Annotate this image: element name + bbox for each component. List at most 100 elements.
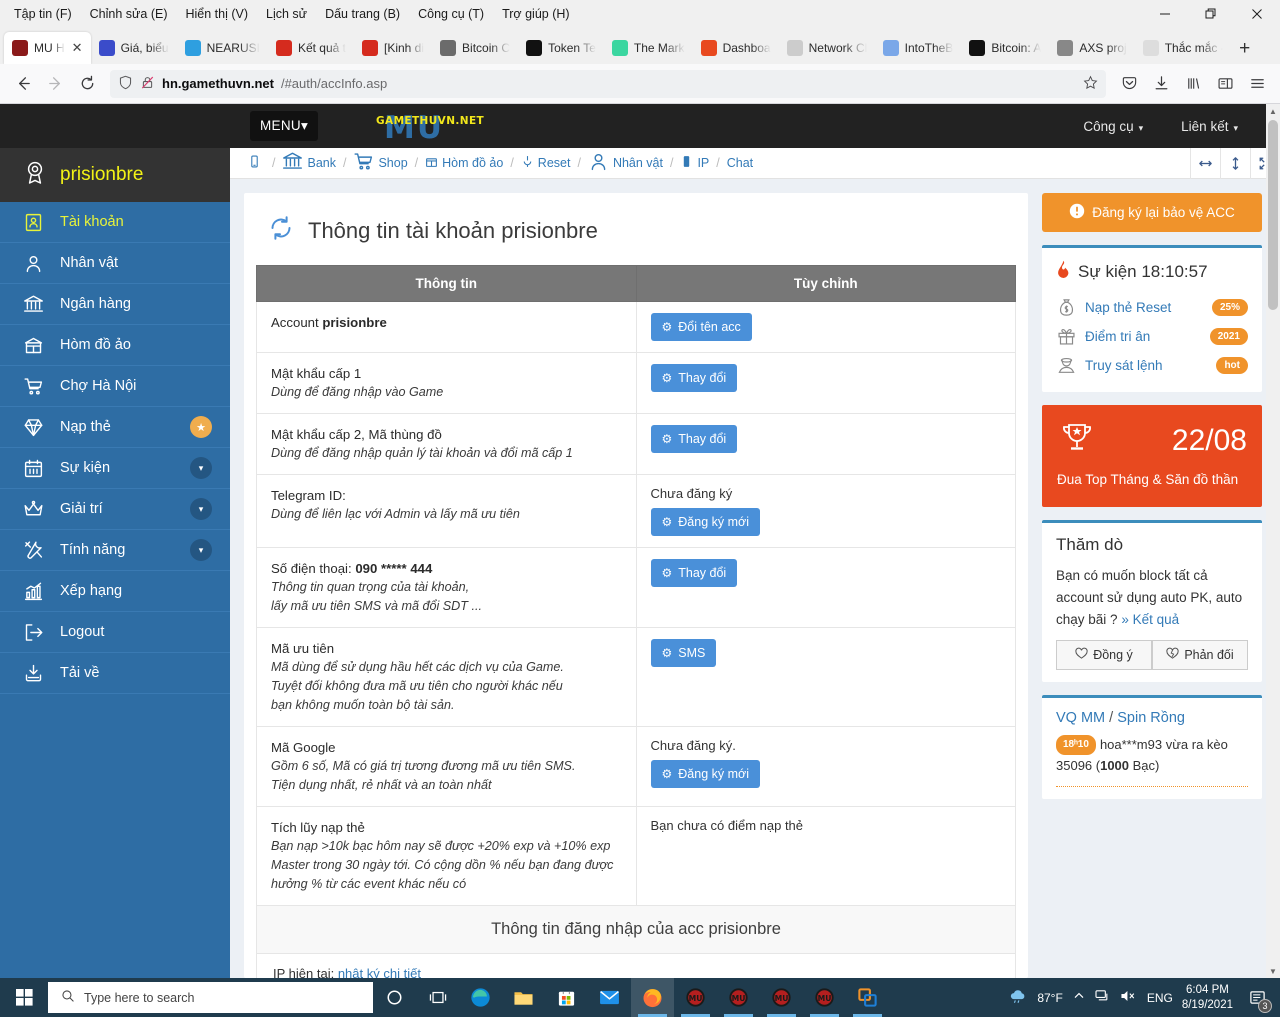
sidebar-item-1[interactable]: Nhân vật bbox=[0, 243, 230, 284]
mu-game-icon[interactable]: MU bbox=[674, 978, 717, 1017]
menu-help[interactable]: Trợ giúp (H) bbox=[494, 3, 577, 25]
menu-file[interactable]: Tập tin (F) bbox=[6, 3, 80, 25]
breadcrumb-item-3[interactable]: Hòm đồ ảo bbox=[425, 155, 503, 171]
taskbar-clock[interactable]: 6:04 PM 8/19/2021 bbox=[1182, 983, 1233, 1012]
start-button[interactable] bbox=[0, 978, 48, 1017]
menu-history[interactable]: Lịch sử bbox=[258, 3, 315, 25]
file-explorer-icon[interactable] bbox=[502, 978, 545, 1017]
row-action-button[interactable]: ⚙SMS bbox=[651, 639, 717, 667]
minimize-icon[interactable] bbox=[1142, 0, 1188, 28]
menu-view[interactable]: Hiển thị (V) bbox=[178, 3, 257, 25]
language-indicator[interactable]: ENG bbox=[1147, 991, 1173, 1005]
store-icon[interactable] bbox=[545, 978, 588, 1017]
menu-toggle-button[interactable]: MENU▾ bbox=[250, 111, 318, 141]
cortana-icon[interactable] bbox=[373, 978, 416, 1017]
resize-horizontal-icon[interactable] bbox=[1190, 148, 1220, 179]
weather-icon[interactable] bbox=[1008, 988, 1028, 1007]
new-tab-button[interactable]: + bbox=[1231, 34, 1259, 64]
menu-edit[interactable]: Chỉnh sửa (E) bbox=[82, 3, 176, 25]
poll-agree-button[interactable]: Đồng ý bbox=[1056, 640, 1152, 670]
sidebar-item-2[interactable]: Ngân hàng bbox=[0, 284, 230, 325]
row-action-button[interactable]: ⚙Thay đổi bbox=[651, 425, 738, 453]
reprotect-account-button[interactable]: Đăng ký lại bảo vệ ACC bbox=[1042, 193, 1262, 232]
browser-tab[interactable]: AXS proj bbox=[1049, 32, 1134, 64]
downloads-icon[interactable] bbox=[1146, 69, 1176, 99]
bookmark-star-icon[interactable] bbox=[1083, 75, 1098, 93]
sidebar-item-7[interactable]: Giải trí▾ bbox=[0, 489, 230, 530]
sidebar-item-4[interactable]: Chợ Hà Nội bbox=[0, 366, 230, 407]
pocket-icon[interactable] bbox=[1114, 69, 1144, 99]
page-scrollbar-thumb[interactable] bbox=[1268, 120, 1278, 310]
network-icon[interactable] bbox=[1095, 989, 1111, 1006]
row-action-button[interactable]: ⚙Đổi tên acc bbox=[651, 313, 752, 341]
sidebar-item-5[interactable]: Nạp thẻ★ bbox=[0, 407, 230, 448]
row-action-button[interactable]: ⚙Thay đổi bbox=[651, 364, 738, 392]
mu-game-icon[interactable]: MU bbox=[760, 978, 803, 1017]
breadcrumb-item-7[interactable]: Chat bbox=[727, 156, 753, 170]
url-bar[interactable]: hn.gamethuvn.net/#auth/accInfo.asp bbox=[110, 70, 1106, 98]
sidebar-item-0[interactable]: Tài khoản bbox=[0, 202, 230, 243]
browser-tab[interactable]: NEARUSI bbox=[177, 32, 268, 64]
menu-bookmarks[interactable]: Dấu trang (B) bbox=[317, 3, 408, 25]
event-row[interactable]: Truy sát lệnhhot bbox=[1056, 351, 1248, 380]
show-hidden-icons-icon[interactable] bbox=[1072, 989, 1086, 1006]
firefox-icon[interactable] bbox=[631, 978, 674, 1017]
edge-icon[interactable] bbox=[459, 978, 502, 1017]
browser-tab[interactable]: [Kinh di bbox=[354, 32, 432, 64]
browser-tab[interactable]: Giá, biểu bbox=[91, 32, 177, 64]
lock-crossed-icon[interactable] bbox=[140, 75, 155, 93]
sidebar-item-9[interactable]: Xếp hạng bbox=[0, 571, 230, 612]
resize-vertical-icon[interactable] bbox=[1220, 148, 1250, 179]
chevron-down-icon[interactable]: ▾ bbox=[190, 457, 212, 479]
breadcrumb-item-4[interactable]: Reset bbox=[521, 155, 571, 171]
taskbar-search-input[interactable]: Type here to search bbox=[48, 982, 373, 1013]
promo-card[interactable]: 22/08 Đua Top Tháng & Săn đồ thần bbox=[1042, 405, 1262, 507]
browser-tab[interactable]: Bitcoin C bbox=[432, 32, 518, 64]
vq-link-spin[interactable]: Spin Rồng bbox=[1117, 710, 1185, 726]
page-scrollbar-vertical[interactable]: ▲ ▼ bbox=[1266, 104, 1280, 978]
breadcrumb-item-0[interactable] bbox=[248, 155, 265, 171]
task-view-icon[interactable] bbox=[416, 978, 459, 1017]
vmware-icon[interactable] bbox=[846, 978, 889, 1017]
sidebar-item-3[interactable]: Hòm đồ ảo bbox=[0, 325, 230, 366]
menu-tools[interactable]: Công cụ (T) bbox=[410, 3, 492, 25]
back-button[interactable] bbox=[8, 69, 38, 99]
close-icon[interactable] bbox=[1234, 0, 1280, 28]
sidebar-user[interactable]: prisionbre bbox=[0, 148, 230, 202]
forward-button[interactable] bbox=[40, 69, 70, 99]
sidebar-item-6[interactable]: Sự kiện▾ bbox=[0, 448, 230, 489]
vq-link-mm[interactable]: VQ MM bbox=[1056, 710, 1105, 726]
scroll-down-arrow-icon[interactable]: ▼ bbox=[1266, 964, 1280, 978]
browser-tab[interactable]: Network Cha bbox=[779, 32, 875, 64]
breadcrumb-item-6[interactable]: IP bbox=[680, 155, 709, 171]
browser-tab[interactable]: Kết quả t bbox=[268, 32, 354, 64]
notifications-button[interactable]: 3 bbox=[1242, 978, 1272, 1017]
mu-game-icon[interactable]: MU bbox=[717, 978, 760, 1017]
library-icon[interactable] bbox=[1178, 69, 1208, 99]
site-logo[interactable]: MU GAMETHUVN.NET bbox=[370, 109, 510, 143]
poll-disagree-button[interactable]: Phản đối bbox=[1152, 640, 1248, 670]
sidebar-item-11[interactable]: Tải về bbox=[0, 653, 230, 694]
breadcrumb-item-1[interactable]: Bank bbox=[282, 151, 336, 175]
topnav-item-tools[interactable]: Công cụ▾ bbox=[1083, 119, 1143, 134]
ip-log-link[interactable]: nhật ký chi tiết bbox=[338, 966, 421, 978]
sidebar-item-8[interactable]: Tính năng▾ bbox=[0, 530, 230, 571]
breadcrumb-item-2[interactable]: Shop bbox=[353, 151, 407, 175]
tab-close-icon[interactable]: ✕ bbox=[72, 40, 83, 56]
browser-tab[interactable]: Token Te bbox=[518, 32, 604, 64]
browser-tab[interactable]: Thắc mắc - a bbox=[1135, 32, 1231, 64]
browser-tab[interactable]: Bitcoin: A bbox=[961, 32, 1049, 64]
app-menu-icon[interactable] bbox=[1242, 69, 1272, 99]
scroll-up-arrow-icon[interactable]: ▲ bbox=[1266, 104, 1280, 118]
topnav-item-links[interactable]: Liên kết▾ bbox=[1181, 119, 1238, 134]
row-action-button[interactable]: ⚙Đăng ký mới bbox=[651, 760, 760, 788]
poll-result-link[interactable]: » Kết quả bbox=[1121, 612, 1179, 627]
event-row[interactable]: Nạp thẻ Reset25% bbox=[1056, 293, 1248, 322]
mu-game-icon[interactable]: MU bbox=[803, 978, 846, 1017]
browser-tab[interactable]: Dashboa bbox=[693, 32, 779, 64]
breadcrumb-item-5[interactable]: Nhân vật bbox=[588, 151, 663, 175]
sidebar-item-10[interactable]: Logout bbox=[0, 612, 230, 653]
row-action-button[interactable]: ⚙Đăng ký mới bbox=[651, 508, 760, 536]
chevron-down-icon[interactable]: ▾ bbox=[190, 498, 212, 520]
row-action-button[interactable]: ⚙Thay đổi bbox=[651, 559, 738, 587]
